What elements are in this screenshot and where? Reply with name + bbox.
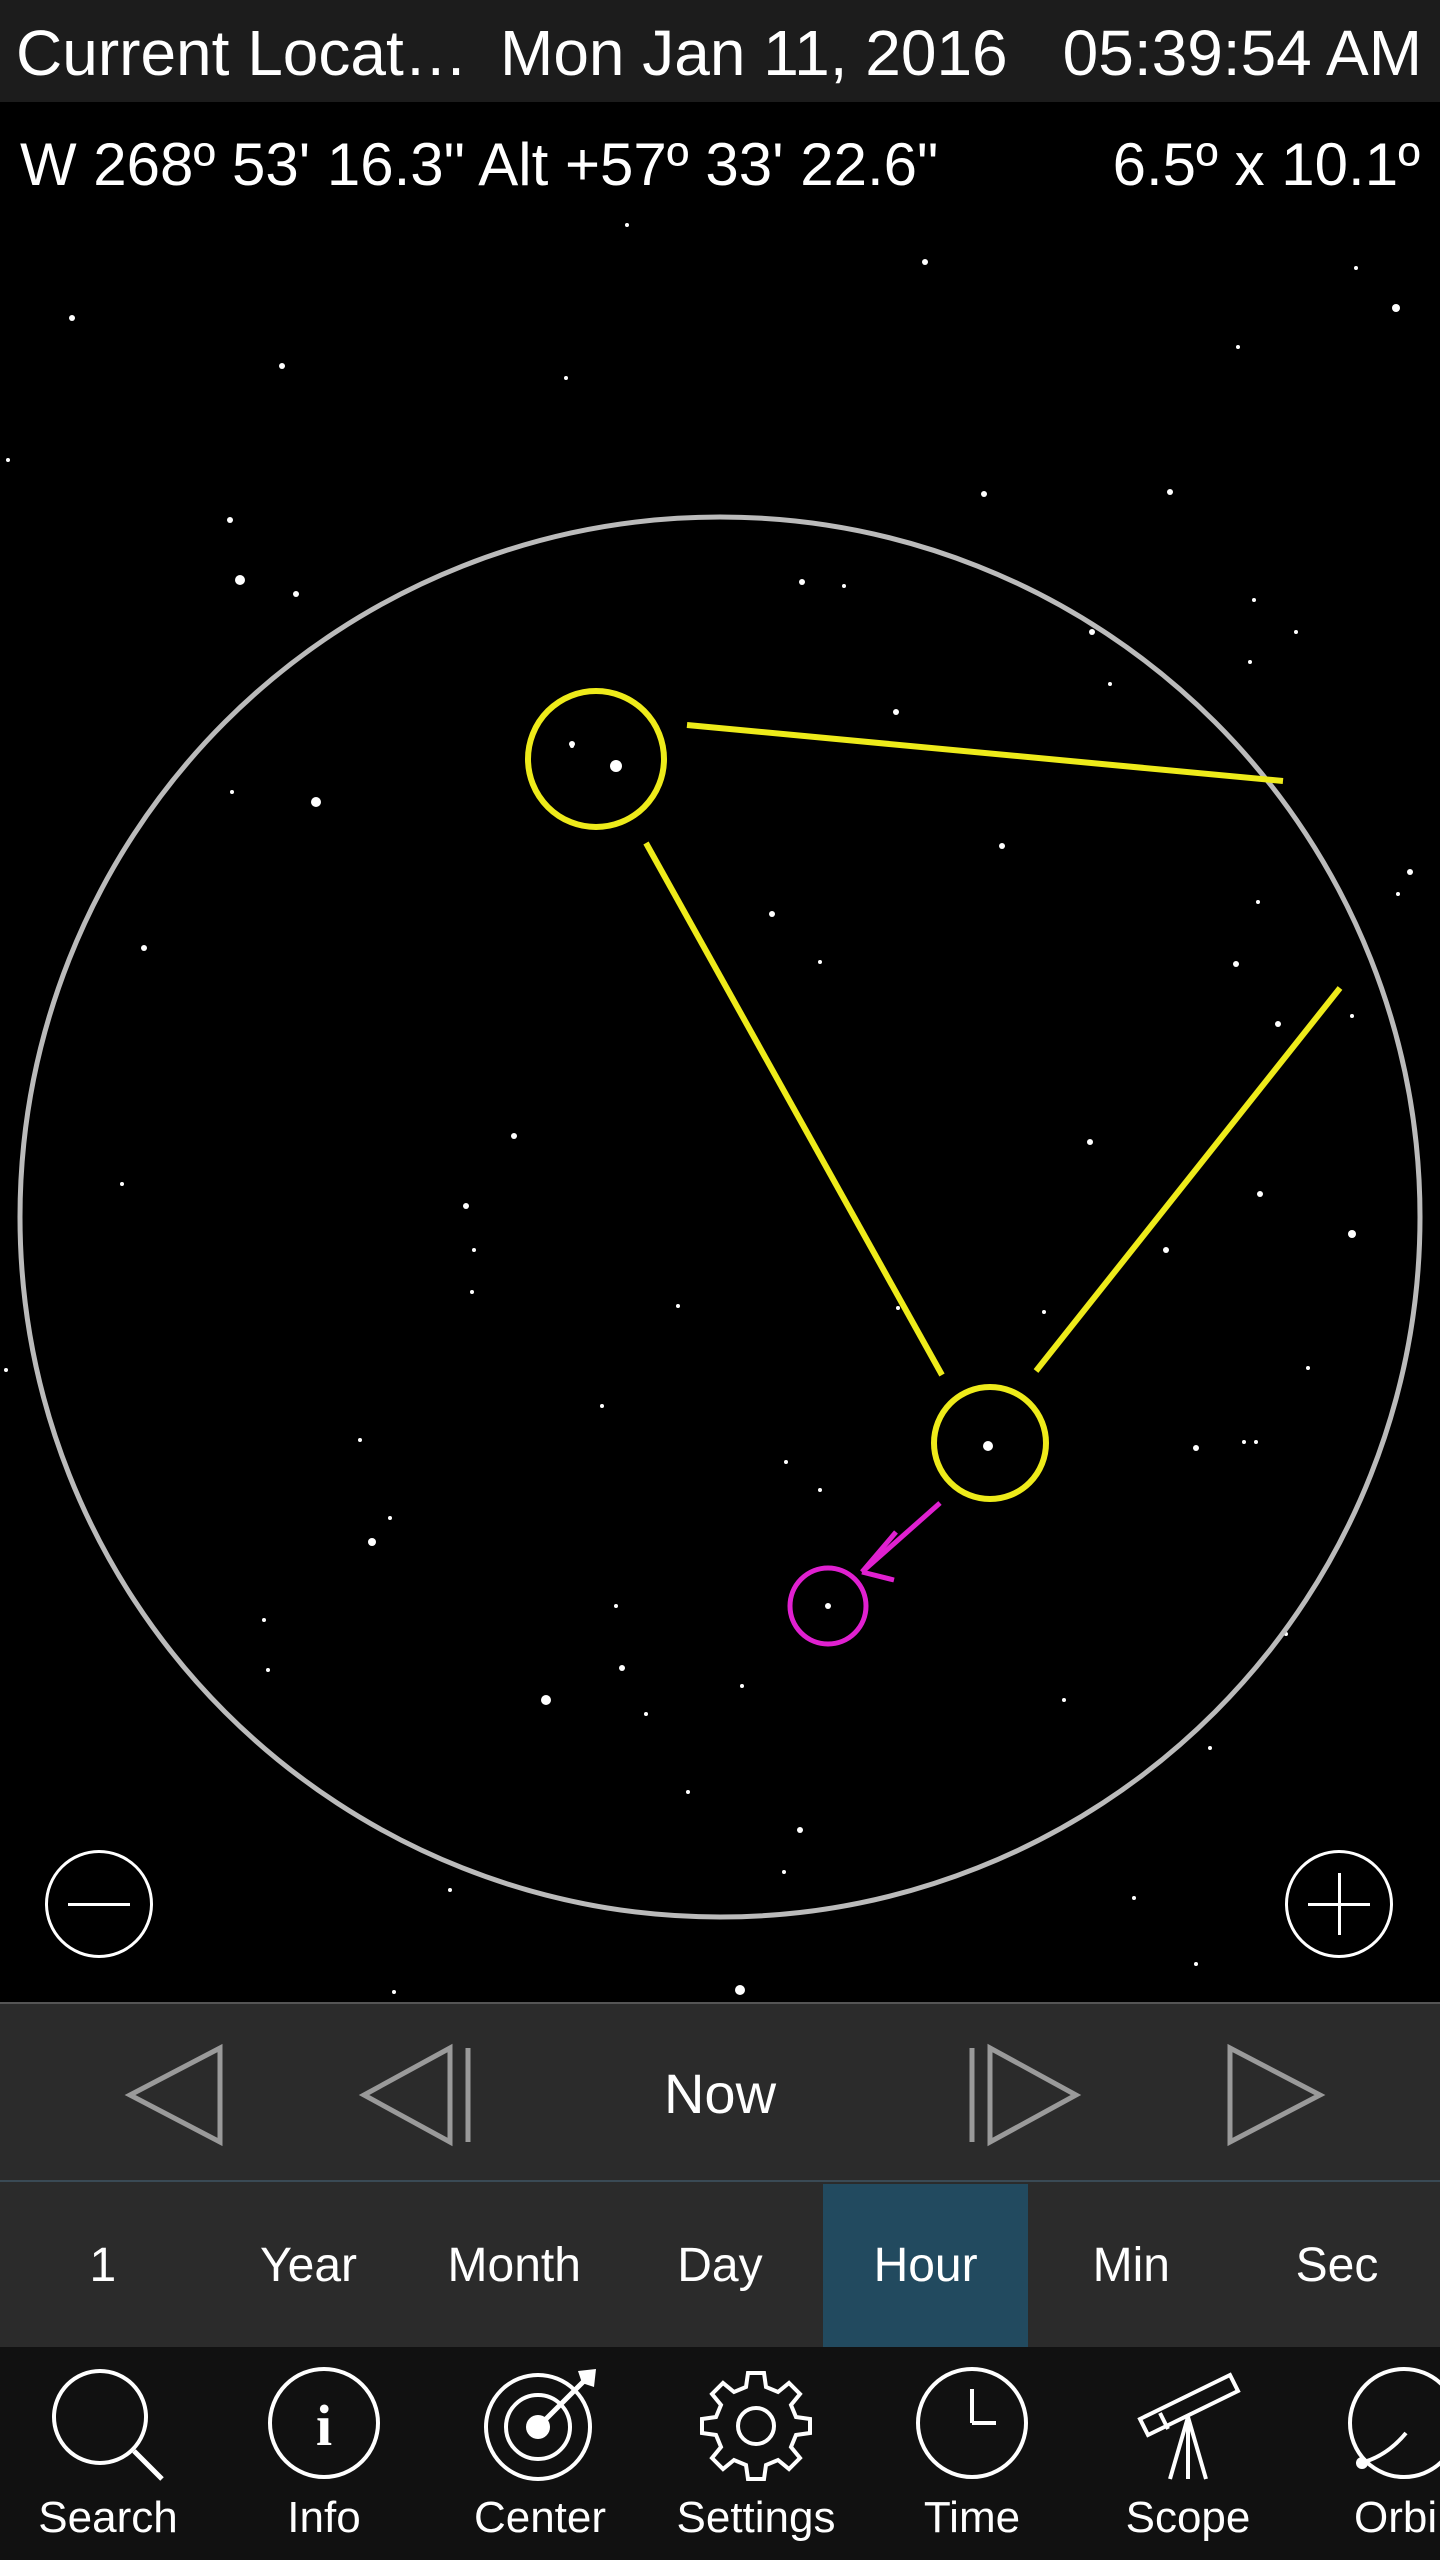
info-icon: i: [268, 2367, 380, 2479]
toolbar-search[interactable]: Search: [8, 2367, 208, 2557]
target-icon: [484, 2369, 596, 2481]
star-field: [4, 223, 1413, 1995]
toolbar-label: Settings: [676, 2493, 836, 2542]
time-step-row: Now: [0, 2004, 1440, 2182]
toolbar-info[interactable]: i Info: [224, 2367, 424, 2557]
toolbar-time[interactable]: Time: [872, 2367, 1072, 2557]
toolbar-label: Center: [473, 2493, 607, 2542]
orbit-icon: [1348, 2367, 1440, 2479]
time-unit-selector: 1 Year Month Day Hour Min Sec: [0, 2184, 1440, 2347]
unit-day[interactable]: Day: [617, 2184, 823, 2347]
gear-icon: [700, 2371, 812, 2481]
play-backward-button[interactable]: [110, 2040, 240, 2150]
unit-year[interactable]: Year: [206, 2184, 412, 2347]
toolbar-settings[interactable]: Settings: [656, 2367, 856, 2557]
toolbar-label: Time: [923, 2493, 1021, 2542]
step-forward-icon: [987, 2043, 1082, 2147]
clock-icon: [916, 2367, 1028, 2479]
toolbar-label: Info: [287, 2493, 361, 2542]
unit-hour[interactable]: Hour: [822, 2184, 1029, 2347]
now-button[interactable]: Now: [560, 2044, 880, 2144]
play-forward-button[interactable]: [1210, 2040, 1340, 2150]
planet-marker[interactable]: [787, 1501, 942, 1647]
unit-min[interactable]: Min: [1028, 2184, 1234, 2347]
unit-sec[interactable]: Sec: [1234, 2184, 1440, 2347]
svg-text:i: i: [316, 2393, 332, 2458]
step-backward-button[interactable]: [350, 2040, 480, 2150]
zoom-out-button[interactable]: [45, 1850, 153, 1958]
step-forward-button[interactable]: [960, 2040, 1090, 2150]
sky-chart[interactable]: [0, 0, 1440, 2002]
toolbar-label: Orbi: [1354, 2493, 1438, 2542]
play-forward-icon: [1227, 2043, 1326, 2147]
unit-count[interactable]: 1: [0, 2184, 206, 2347]
minus-icon: [68, 1902, 130, 1906]
constellation-lines: [525, 688, 1343, 1502]
play-backward-icon: [124, 2043, 223, 2147]
toolbar-label: Scope: [1125, 2493, 1251, 2542]
toolbar-center[interactable]: Center: [440, 2367, 640, 2557]
toolbar-scope[interactable]: Scope: [1088, 2367, 1288, 2557]
zoom-in-button[interactable]: [1285, 1850, 1393, 1958]
toolbar-label: Search: [38, 2493, 178, 2542]
bottom-toolbar: Search i Info Center Settings Time Scope…: [0, 2347, 1440, 2560]
telescope-icon: [1137, 2372, 1241, 2480]
search-icon: [52, 2369, 164, 2481]
step-backward-icon: [358, 2043, 453, 2147]
time-control-panel: Now 1 Year Month Day Hour Min Sec: [0, 2002, 1440, 2347]
toolbar-orbit[interactable]: Orbi: [1304, 2367, 1440, 2557]
unit-month[interactable]: Month: [411, 2184, 617, 2347]
